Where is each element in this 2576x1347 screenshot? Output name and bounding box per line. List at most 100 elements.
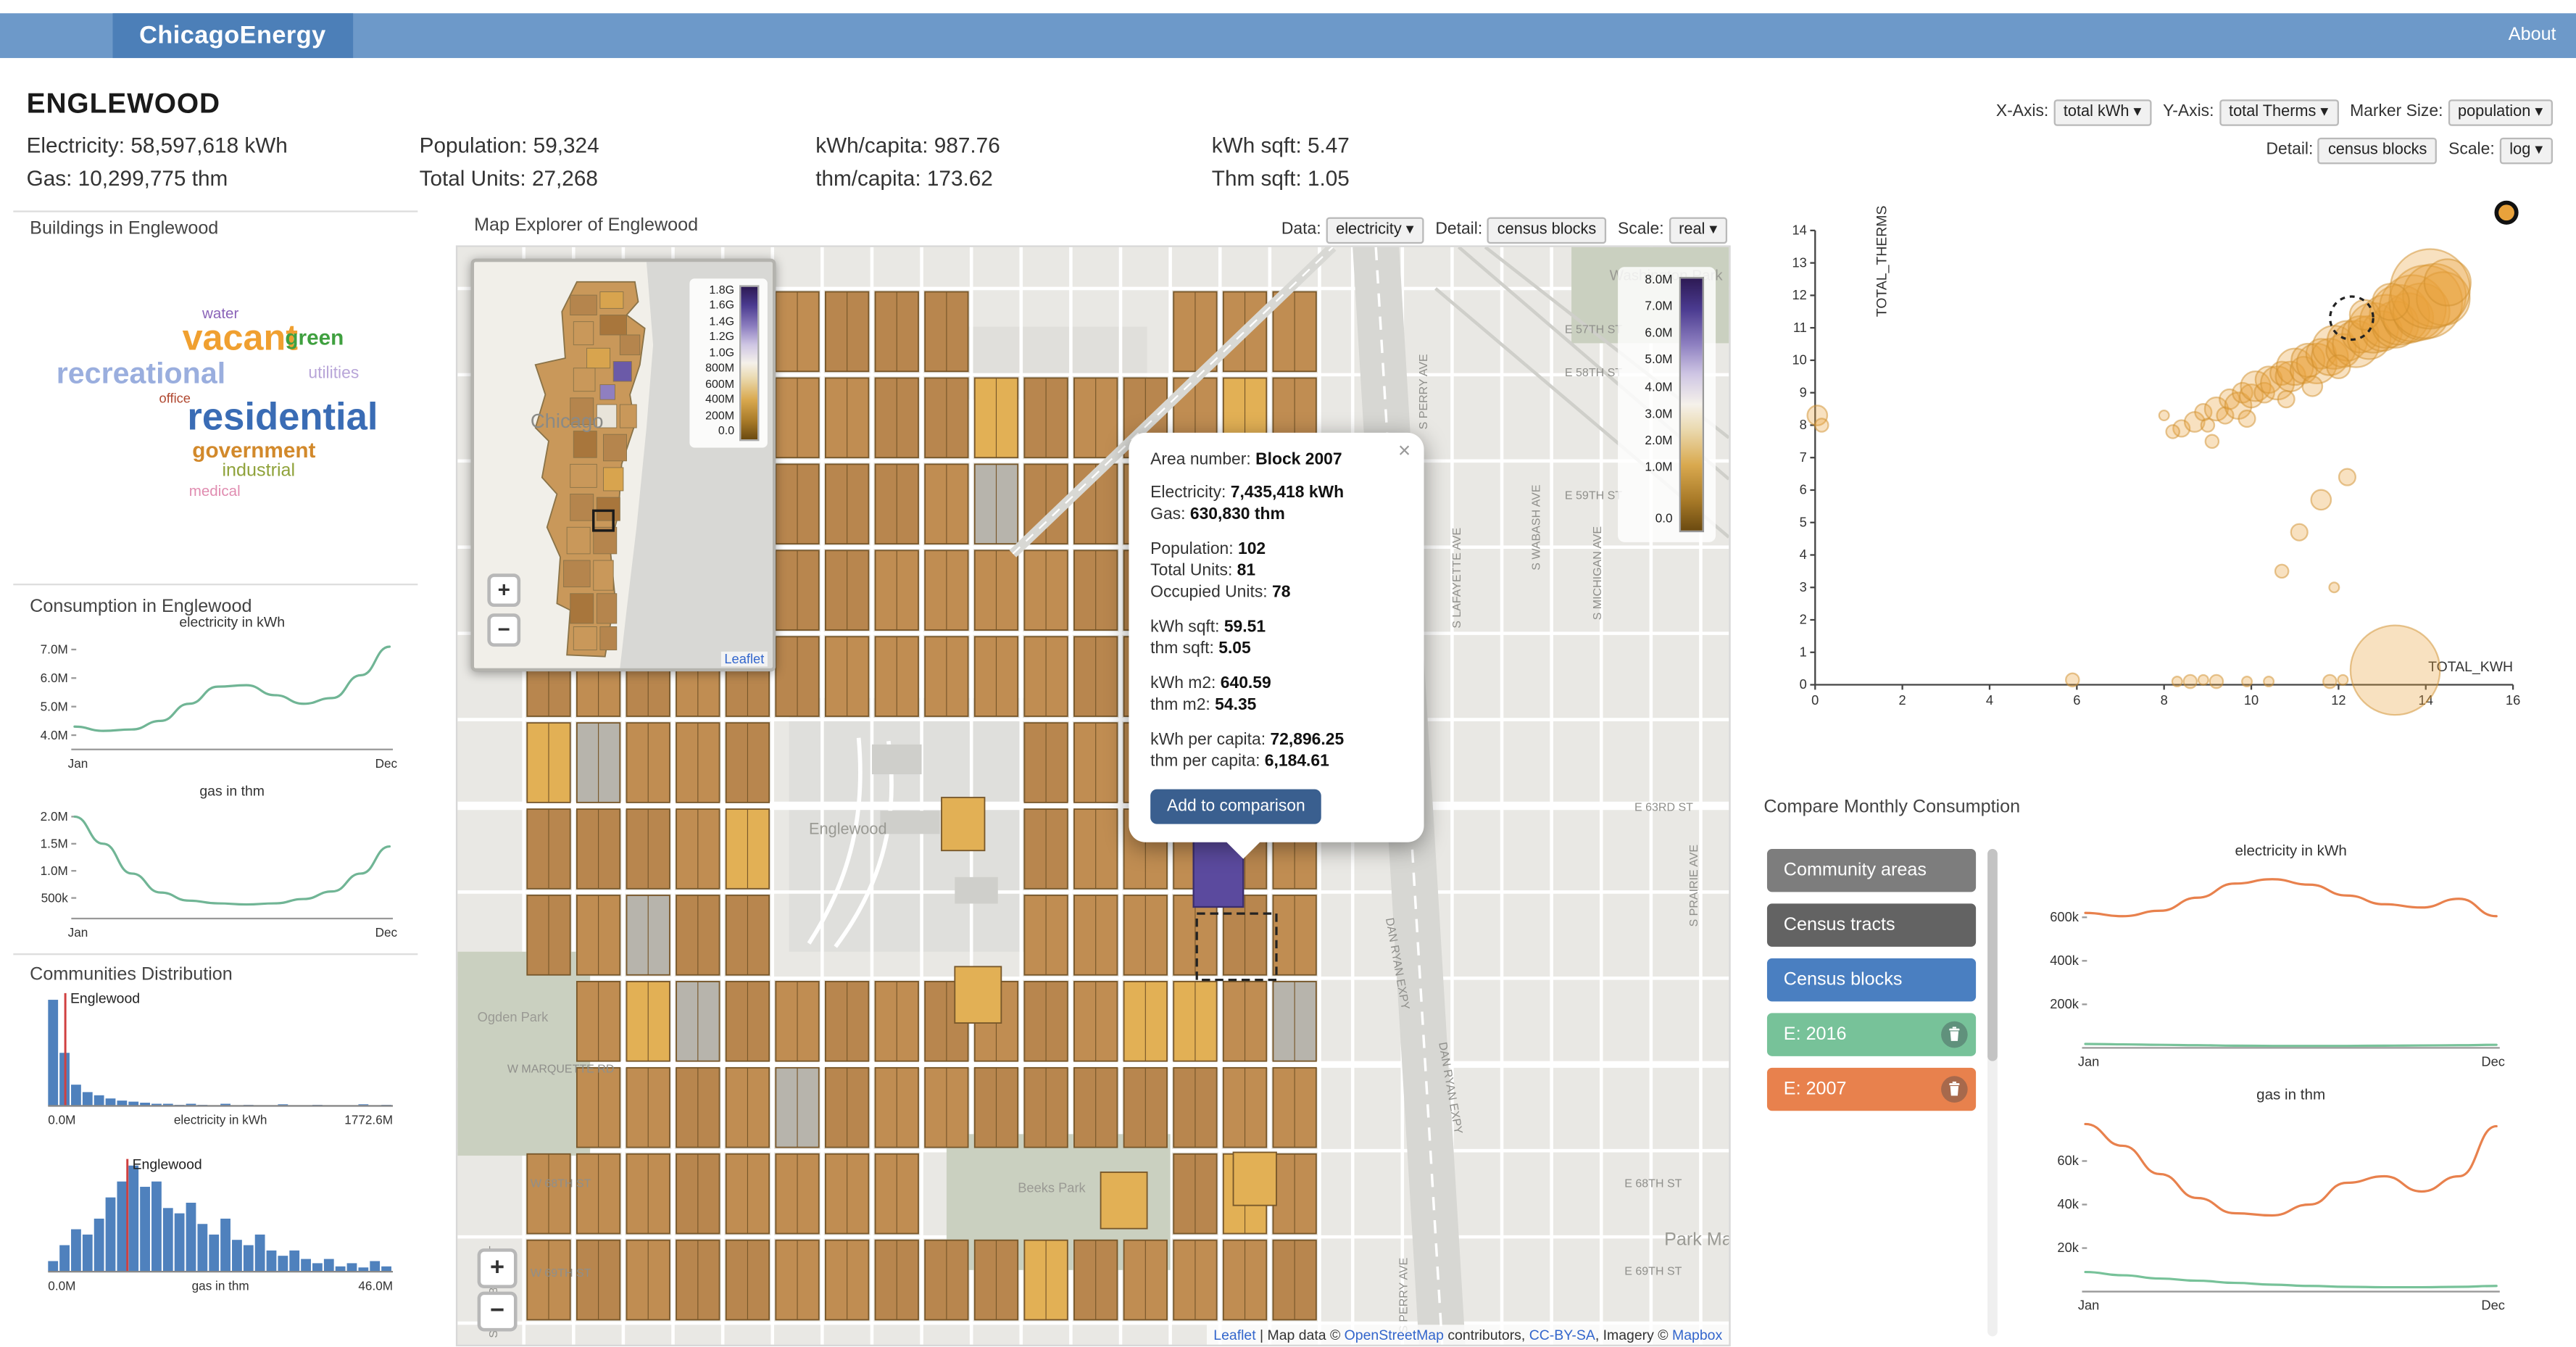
scatter-bubble[interactable] — [2239, 410, 2256, 427]
add-to-comparison-button[interactable]: Add to comparison — [1150, 789, 1321, 824]
histogram-bar — [151, 1182, 162, 1272]
stat-label: Total Units: — [420, 166, 532, 191]
about-link[interactable]: About — [2509, 13, 2556, 58]
popup-row-label: Population: — [1150, 541, 1238, 559]
x-axis-control[interactable]: total kWh ▾ — [2053, 99, 2151, 126]
compare-button-census-tracts[interactable]: Census tracts — [1767, 903, 1976, 946]
scale-control[interactable]: log ▾ — [2500, 138, 2553, 165]
app-title: ChicagoEnergy — [113, 13, 353, 58]
community-marker-label: Englewood — [133, 1156, 202, 1172]
trash-icon[interactable] — [1941, 1021, 1968, 1048]
popup-row: kWh sqft: 59.51 — [1150, 617, 1403, 639]
scatter-bubble[interactable] — [2159, 410, 2169, 420]
histogram-bar — [106, 1198, 116, 1272]
scatter-bubble[interactable] — [2166, 425, 2180, 438]
x-tick-label: 4 — [1986, 692, 1993, 708]
detail-label: Detail: — [2267, 141, 2314, 159]
trash-icon[interactable] — [1941, 1076, 1968, 1103]
stat-label: Thm sqft: — [1212, 166, 1308, 191]
census-block-highvalue[interactable] — [1101, 1172, 1147, 1229]
compare-scrollbar[interactable] — [1987, 849, 1998, 1336]
detail-control[interactable]: census blocks — [1487, 217, 1606, 244]
popup-row-label: kWh m2: — [1150, 675, 1221, 693]
scatter-bubble[interactable] — [2172, 676, 2182, 687]
detail-control[interactable]: census blocks — [2318, 138, 2437, 165]
x-tick-label: 12 — [2331, 692, 2346, 708]
scatter-bubble[interactable] — [2330, 582, 2340, 592]
scatter-bubble[interactable] — [2184, 675, 2197, 688]
census-block-highvalue[interactable] — [955, 966, 1001, 1023]
scatter-bubble[interactable] — [2198, 675, 2209, 685]
histogram-bar — [197, 1224, 207, 1272]
map-panel[interactable]: W 61ST STW MARQUETTE RDW 68TH STW 69TH S… — [456, 245, 1731, 1346]
scatter-bubble[interactable] — [2372, 283, 2409, 320]
minimap-community-area — [570, 464, 597, 487]
scale-label: Scale: — [2448, 141, 2495, 159]
minimap-community-area — [587, 348, 610, 368]
scatter-bubble[interactable] — [2339, 469, 2356, 486]
scatter-bubble[interactable] — [2242, 676, 2252, 687]
y-tick-label: 6.0M — [41, 671, 68, 685]
minimap-zoom-out-button[interactable]: − — [487, 613, 520, 647]
stat-value: 173.62 — [927, 166, 993, 191]
distribution-section-title: Communities Distribution — [30, 965, 233, 985]
minimap-overview[interactable]: Chicago 1.8G1.6G1.4G1.2G1.0G800M600M400M… — [471, 259, 776, 671]
scatter-bubble[interactable] — [2278, 391, 2295, 407]
scatter-bubble[interactable] — [2338, 675, 2348, 685]
popup-row-label: Total Units: — [1150, 562, 1237, 580]
y-axis-control[interactable]: total Therms ▾ — [2219, 99, 2338, 126]
wordcloud-word: recreational — [57, 358, 225, 388]
scatter-bubble[interactable] — [2275, 565, 2288, 578]
x-tick-label: 0 — [1811, 692, 1819, 708]
minimap-legend-tick: 1.8G — [698, 285, 734, 297]
minimap-zoom-in-button[interactable]: + — [487, 573, 520, 607]
attribution-link[interactable]: Leaflet — [1213, 1327, 1255, 1343]
compare-button-community-areas[interactable]: Community areas — [1767, 849, 1976, 892]
scatter-bubble[interactable] — [2351, 626, 2440, 715]
y-tick-label: 1.0M — [41, 863, 68, 878]
compare-button-e-2007[interactable]: E: 2007 — [1767, 1068, 1976, 1111]
popup-row-value: 72,896.25 — [1270, 731, 1344, 750]
scatter-bubble[interactable] — [2264, 676, 2274, 687]
y-tick-label: 8 — [1800, 417, 1807, 432]
wordcloud-word: office — [159, 393, 191, 406]
scatter-bubble[interactable] — [2303, 376, 2322, 396]
compare-button-census-blocks[interactable]: Census blocks — [1767, 958, 1976, 1001]
map-zoom-in-button[interactable]: + — [478, 1248, 518, 1288]
y-tick-label: 1.5M — [41, 837, 68, 851]
y-tick-label: 10 — [1792, 352, 1806, 368]
census-block-highvalue[interactable] — [942, 797, 984, 850]
attribution-link[interactable]: Mapbox — [1672, 1327, 1722, 1343]
scale-control[interactable]: real ▾ — [1669, 217, 1727, 244]
scatter-bubble[interactable] — [2327, 355, 2350, 378]
census-block-highvalue[interactable] — [1234, 1152, 1276, 1205]
scatter-bubble[interactable] — [2210, 675, 2223, 688]
attribution-link[interactable]: OpenStreetMap — [1345, 1327, 1444, 1343]
map-zoom-out-button[interactable]: − — [478, 1292, 518, 1332]
scatter-bubble[interactable] — [2311, 490, 2331, 510]
compare-scrollbar-thumb[interactable] — [1987, 849, 1998, 1061]
x-tick-label: 16 — [2506, 692, 2520, 708]
scatter-bubble[interactable] — [2425, 259, 2471, 305]
histogram-bar — [140, 1187, 150, 1272]
scatter-bubble[interactable] — [2206, 435, 2219, 448]
popup-close-button[interactable]: × — [1398, 438, 1410, 463]
kwh-therms-scatter-plot[interactable]: 012345678910111213140246810121416TOTAL_T… — [1798, 174, 2536, 721]
popup-row-label: Gas: — [1150, 506, 1190, 524]
scatter-bubble[interactable] — [1815, 418, 1828, 431]
street-label: E 69TH ST — [1624, 1266, 1682, 1278]
x-tick-label: 2 — [1899, 692, 1906, 708]
attribution-link[interactable]: CC-BY-SA — [1529, 1327, 1595, 1343]
scatter-bubble[interactable] — [2066, 674, 2079, 687]
marker-size-control[interactable]: population ▾ — [2448, 99, 2553, 126]
minimap-attribution-link[interactable]: Leaflet — [721, 652, 768, 667]
x-tick-label: Dec — [2481, 1298, 2505, 1313]
scatter-bubble[interactable] — [2291, 524, 2308, 541]
compare-button-e-2016[interactable]: E: 2016 — [1767, 1013, 1976, 1056]
y-tick-label: 500k — [41, 890, 69, 905]
scatter-bubble[interactable] — [2323, 675, 2336, 688]
data-control[interactable]: electricity ▾ — [1326, 217, 1424, 244]
ring-marker[interactable] — [2496, 203, 2516, 223]
histogram-bar — [255, 1235, 265, 1272]
minimap-community-area — [603, 434, 626, 461]
